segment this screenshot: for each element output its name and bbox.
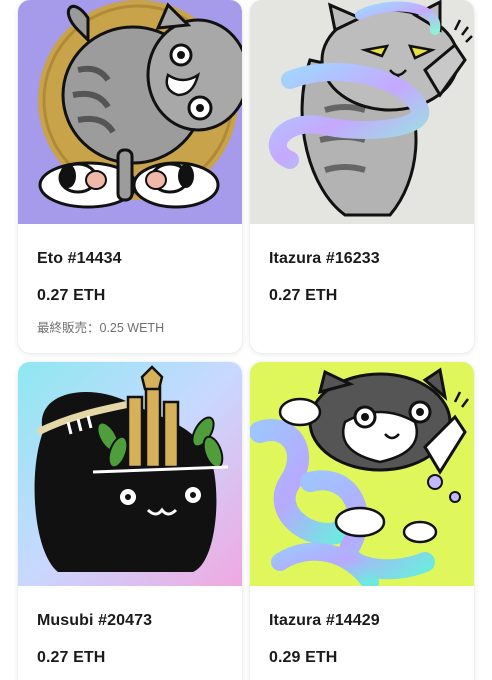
cat-with-snake-art bbox=[250, 0, 474, 224]
black-cat-kadomatsu-art bbox=[18, 362, 242, 586]
nft-card-eto-14434[interactable]: Eto #14434 0.27 ETH 最終販売：0.25 WETH bbox=[18, 0, 242, 353]
nft-name: Eto #14434 bbox=[37, 250, 122, 267]
nft-price: 0.27 ETH bbox=[37, 287, 106, 304]
cat-with-dogs-art bbox=[18, 0, 242, 224]
nft-name: Itazura #16233 bbox=[269, 250, 380, 267]
nft-name: Musubi #20473 bbox=[37, 612, 153, 629]
cat-with-waves-art bbox=[250, 362, 474, 586]
nft-price: 0.27 ETH bbox=[269, 287, 338, 304]
nft-card-itazura-14429[interactable]: Itazura #14429 0.29 ETH bbox=[250, 362, 474, 680]
nft-card-itazura-16233[interactable]: Itazura #16233 0.27 ETH bbox=[250, 0, 474, 353]
nft-card-musubi-20473[interactable]: Musubi #20473 0.27 ETH bbox=[18, 362, 242, 680]
nft-last-sale: 最終販売：0.25 WETH bbox=[37, 321, 165, 335]
nft-price: 0.27 ETH bbox=[37, 649, 106, 666]
nft-price: 0.29 ETH bbox=[269, 649, 338, 666]
nft-name: Itazura #14429 bbox=[269, 612, 380, 629]
nft-image-musubi[interactable] bbox=[18, 362, 242, 586]
nft-image-eto[interactable] bbox=[18, 0, 242, 224]
nft-image-itazura-14429[interactable] bbox=[250, 362, 474, 586]
nft-image-itazura-16233[interactable] bbox=[250, 0, 474, 224]
